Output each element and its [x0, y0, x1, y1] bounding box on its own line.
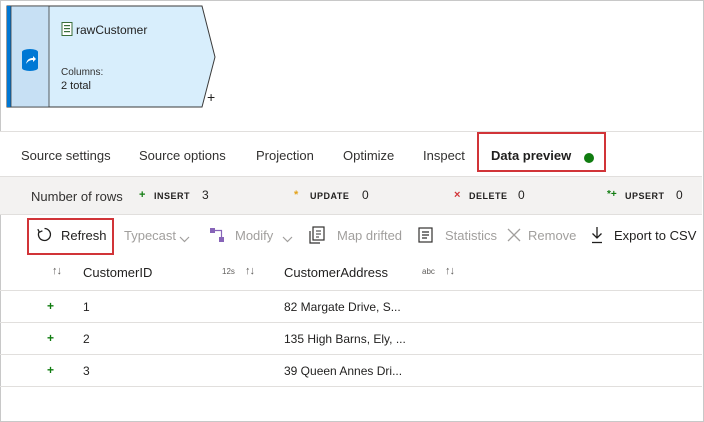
upsert-icon: *+ [607, 189, 617, 200]
modify-icon [209, 227, 225, 246]
delete-label: DELETE [469, 191, 508, 201]
delete-icon: × [454, 189, 461, 201]
typecast-label: Typecast [124, 228, 177, 243]
tab-inspect[interactable]: Inspect [423, 148, 465, 163]
insert-icon: + [139, 189, 146, 201]
remove-label: Remove [528, 228, 577, 243]
node-columns-value: 2 total [61, 80, 91, 92]
upsert-label: UPSERT [625, 191, 665, 201]
table-row[interactable]: + 1 82 Margate Drive, S... [0, 291, 702, 323]
insert-marker-icon: + [47, 299, 55, 313]
export-csv-label: Export to CSV [614, 228, 697, 243]
insert-count: 3 [202, 188, 209, 202]
refresh-label: Refresh [61, 228, 107, 243]
add-transformation-button[interactable]: + [207, 90, 215, 104]
modify-chevron-down-icon [282, 231, 293, 246]
grid-header: ↑↓ CustomerID 12s ↑↓ CustomerAddress abc… [0, 256, 702, 291]
source-node-rawcustomer[interactable]: rawCustomer Columns: 2 total + [6, 5, 216, 108]
tab-data-preview[interactable]: Data preview [491, 148, 571, 163]
statistics-label: Statistics [445, 228, 498, 243]
source-file-icon [61, 22, 73, 36]
refresh-icon [36, 226, 53, 246]
modify-label: Modify [235, 228, 274, 243]
string-type-icon: abc [422, 267, 435, 276]
cell-customerid: 3 [83, 364, 90, 378]
update-count: 0 [362, 188, 369, 202]
integer-type-icon: 12s [222, 267, 235, 276]
cell-customeraddress: 39 Queen Annes Dri... [284, 364, 403, 378]
typecast-chevron-down-icon [179, 231, 190, 246]
download-icon [591, 226, 603, 247]
tab-source-settings[interactable]: Source settings [21, 148, 111, 163]
cell-customerid: 2 [83, 332, 90, 346]
upsert-count: 0 [676, 188, 683, 202]
insert-marker-icon: + [47, 363, 55, 377]
preview-toolbar: Refresh Typecast Modify Map drifted Stat… [0, 216, 702, 256]
map-drifted-label: Map drifted [337, 228, 403, 243]
dataset-source-icon [20, 48, 40, 72]
delete-count: 0 [518, 188, 525, 202]
table-row[interactable]: + 3 39 Queen Annes Dri... [0, 355, 702, 387]
table-row[interactable]: + 2 135 High Barns, Ely, ... [0, 323, 702, 355]
update-label: UPDATE [310, 191, 350, 201]
tab-source-options[interactable]: Source options [139, 148, 226, 163]
tab-projection[interactable]: Projection [256, 148, 314, 163]
customerid-sort-icon[interactable]: ↑↓ [245, 265, 255, 277]
status-green-dot-icon [584, 153, 594, 163]
row-count-label: Number of rows [31, 189, 123, 204]
update-icon: * [294, 189, 299, 201]
cell-customeraddress: 135 High Barns, Ely, ... [284, 332, 406, 346]
cell-customerid: 1 [83, 300, 90, 314]
insert-label: INSERT [154, 191, 191, 201]
row-count-summary: Number of rows + INSERT 3 * UPDATE 0 × D… [0, 177, 702, 215]
remove-close-icon [507, 228, 521, 245]
row-sort-icon[interactable]: ↑↓ [52, 265, 62, 277]
node-title: rawCustomer [76, 23, 148, 37]
tab-optimize[interactable]: Optimize [343, 148, 394, 163]
cell-customeraddress: 82 Margate Drive, S... [284, 300, 401, 314]
insert-marker-icon: + [47, 331, 55, 345]
node-columns-label: Columns: [61, 67, 104, 78]
statistics-icon [418, 227, 433, 246]
map-drifted-icon [309, 226, 326, 247]
column-header-customerid[interactable]: CustomerID [83, 265, 152, 280]
customeraddress-sort-icon[interactable]: ↑↓ [445, 265, 455, 277]
config-tabs: Source settings Source options Projectio… [0, 131, 702, 177]
column-header-customeraddress[interactable]: CustomerAddress [284, 265, 388, 280]
